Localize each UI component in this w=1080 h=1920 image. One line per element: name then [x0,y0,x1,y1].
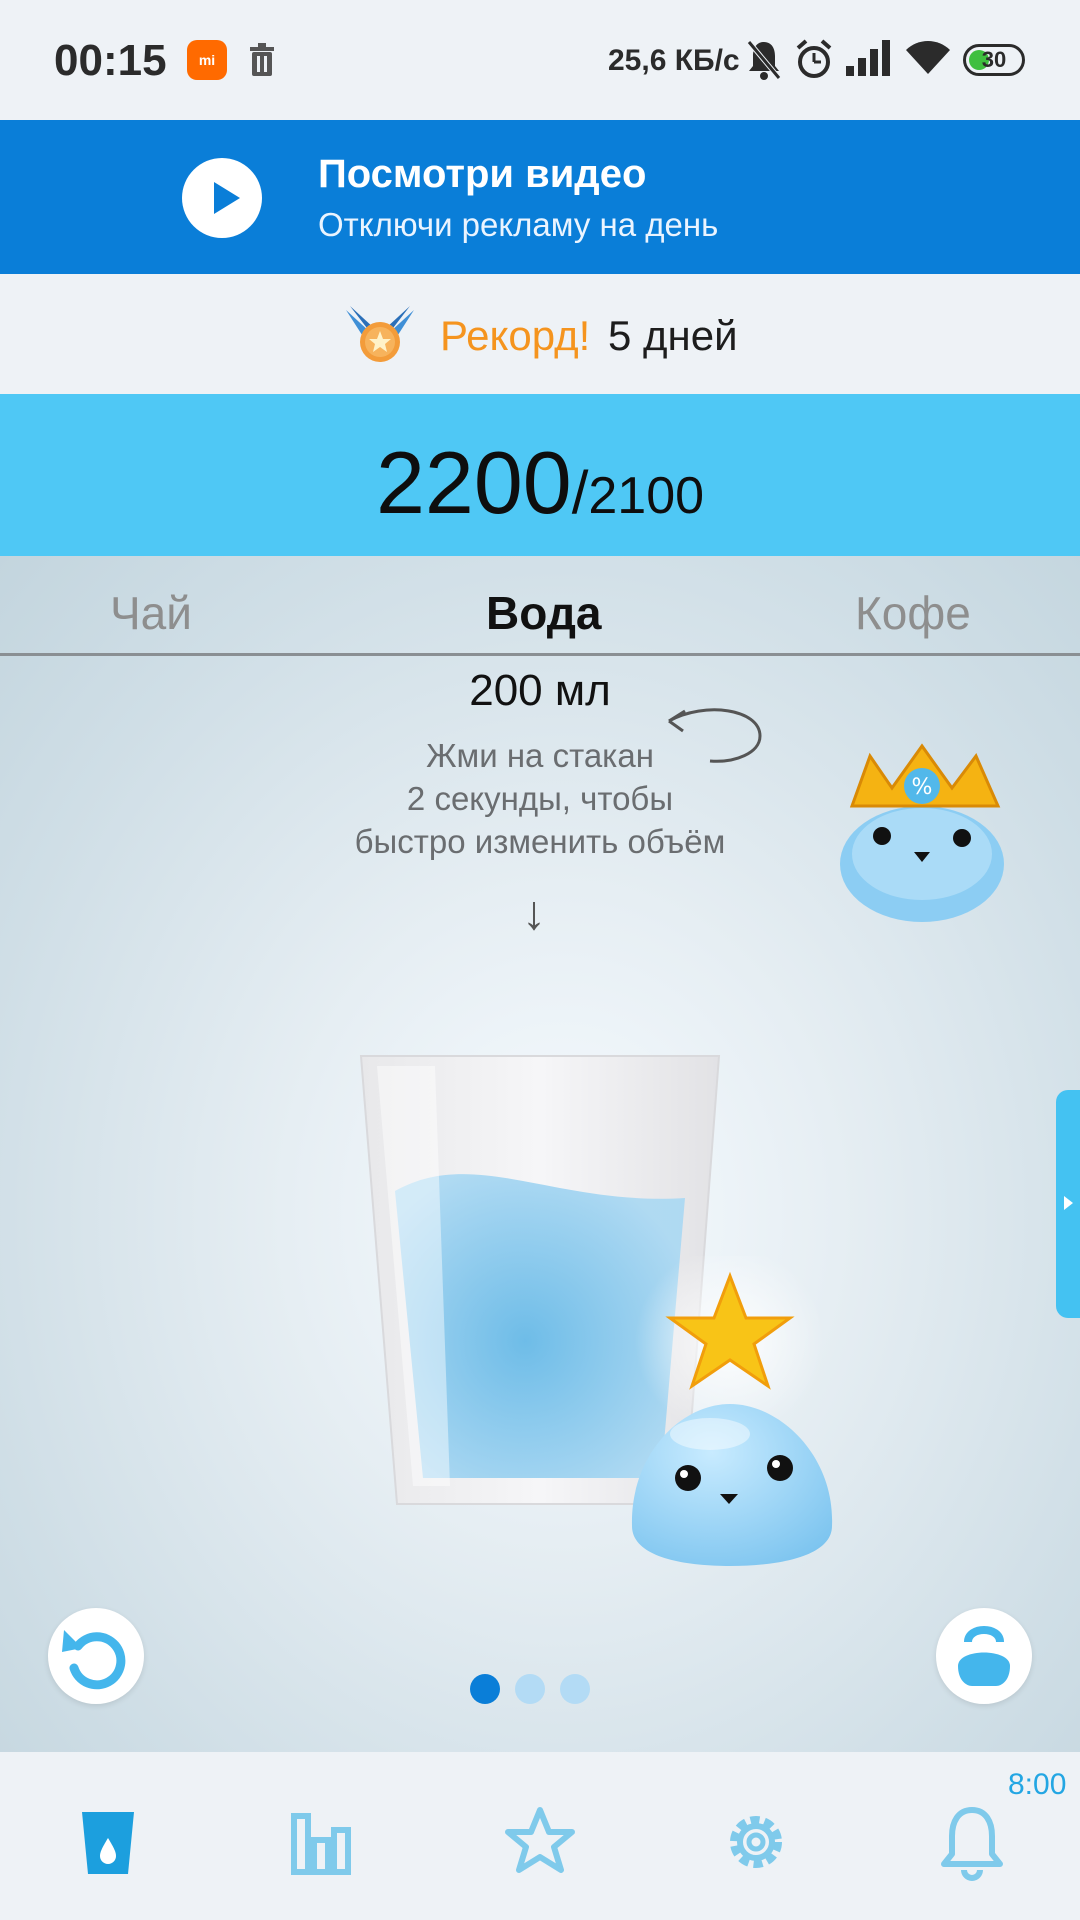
alarm-icon [796,39,832,78]
undo-button[interactable] [48,1608,144,1704]
tab-water[interactable]: Вода [486,586,602,640]
record-days: 5 дней [608,312,738,359]
battery-icon: 30 [963,44,1025,76]
page-dot-1[interactable] [470,1674,500,1704]
ad-title: Посмотри видео [318,152,647,196]
volume-label[interactable]: 200 мл [0,666,1080,716]
kettlebell-icon [958,1626,1010,1686]
mi-app-icon: mi [187,40,227,80]
play-icon[interactable] [182,158,262,238]
nav-star-icon[interactable] [500,1802,580,1882]
ad-subtitle: Отключи рекламу на день [318,206,719,243]
star-mascot [631,1256,833,1566]
status-bar: 00:15 mi 25,6 КБ/с 30 [0,0,1080,120]
reminder-time: 8:00 [1008,1768,1067,1801]
page-dot-2[interactable] [515,1674,545,1704]
page-dot-3[interactable] [560,1674,590,1704]
crown-mascot: % [840,743,1004,922]
weight-button[interactable] [936,1608,1032,1704]
undo-icon [62,1630,126,1690]
intake-goal: 2100 [588,467,705,525]
medal-icon [346,306,414,362]
record-label: Рекорд! [440,312,591,359]
bottom-nav: 8:00 [0,1752,1080,1920]
nav-gear-icon[interactable] [716,1802,796,1882]
tab-coffee[interactable]: Кофе [855,586,971,640]
hint-line-1: Жми на стакан [426,737,654,774]
intake-counter: 2200/2100 [0,394,1080,556]
signal-icon [846,40,890,76]
svg-text:%: % [912,775,933,800]
main-area: Чай Вода Кофе 200 мл Жми на стакан 2 сек… [0,556,1080,1752]
nav-stats-icon[interactable] [284,1802,364,1882]
mute-icon [747,40,781,80]
net-speed: 25,6 КБ/с [608,44,740,77]
tab-tea[interactable]: Чай [110,586,192,640]
hint-text: Жми на стакан 2 секунды, чтобы быстро из… [290,734,790,863]
intake-current: 2200 [375,433,572,532]
nav-bell-icon[interactable] [932,1802,1012,1882]
hint-line-3: быстро изменить объём [354,823,726,860]
arrow-down-icon: ↓ [522,887,546,940]
nav-glass-icon[interactable] [68,1802,148,1882]
side-panel-handle[interactable] [1056,1090,1080,1318]
drink-tabs: Чай Вода Кофе [0,556,1080,656]
ad-banner[interactable]: Посмотри видео Отключи рекламу на день [0,120,1080,274]
status-time: 00:15 [54,36,167,85]
trash-icon [250,43,274,76]
wifi-icon [906,41,950,74]
record-row: Рекорд! 5 дней [0,274,1080,394]
intake-separator: / [571,459,589,526]
hint-line-2: 2 секунды, чтобы [406,780,674,817]
